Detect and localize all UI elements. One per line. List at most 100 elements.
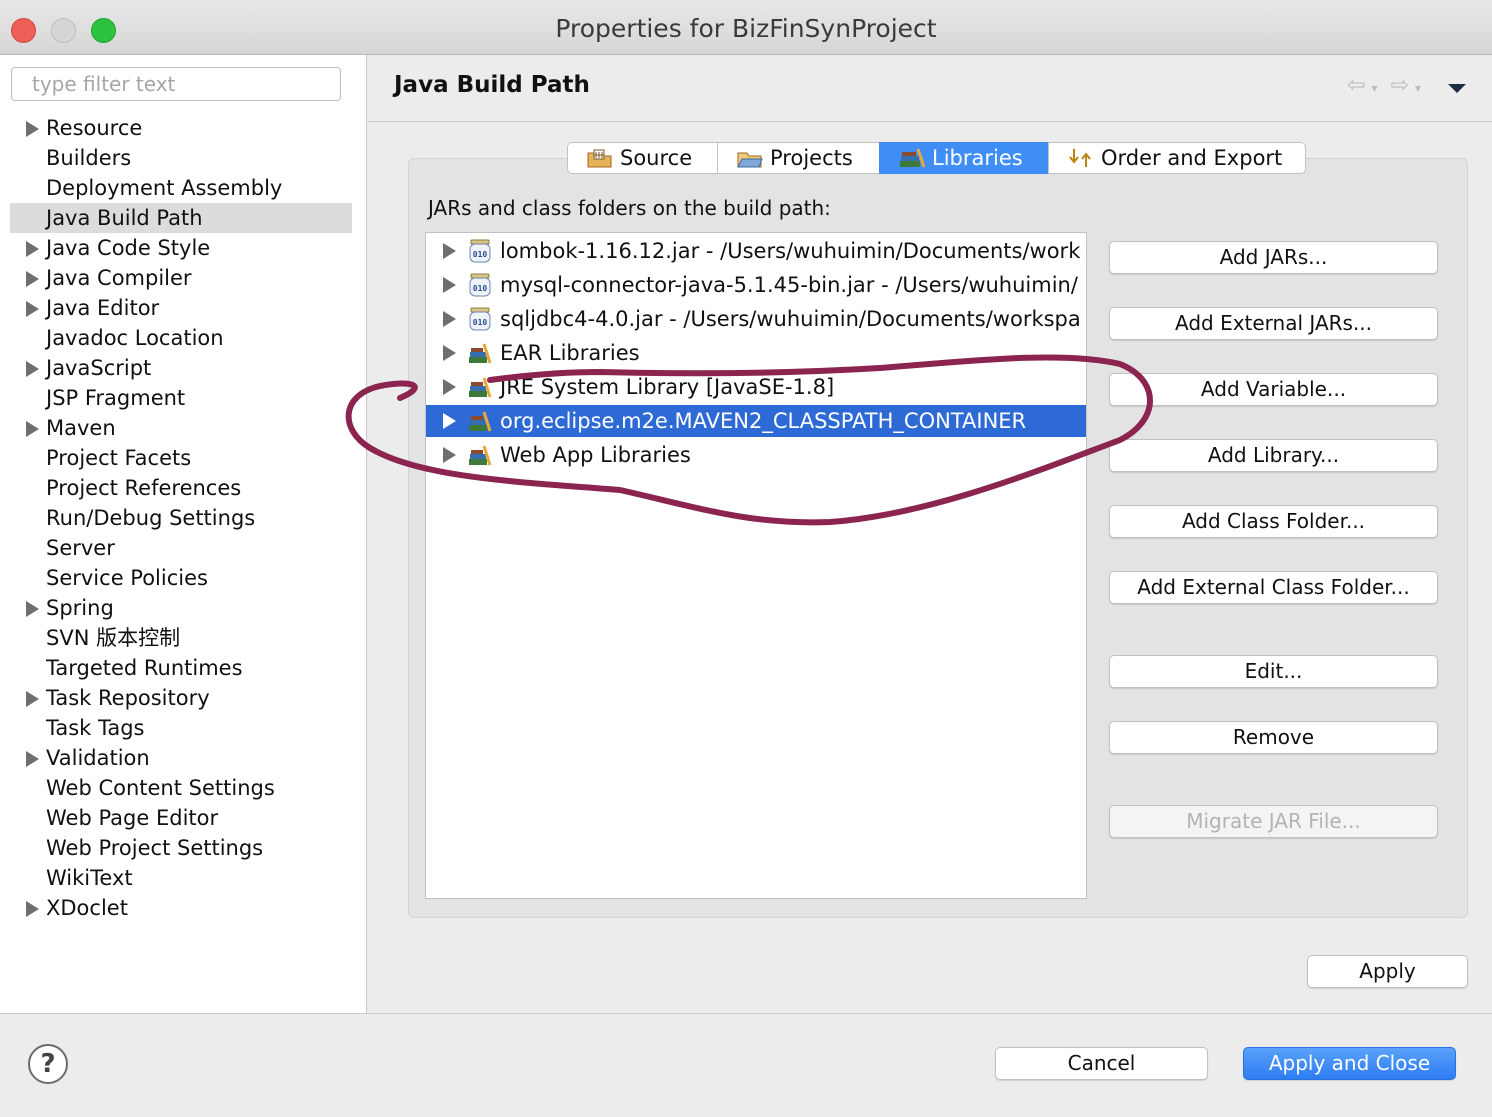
view-menu-icon[interactable] <box>1448 84 1466 93</box>
sidebar-item-javadoc-location[interactable]: Javadoc Location <box>0 323 366 353</box>
add-variable-button[interactable]: Add Variable... <box>1109 373 1438 406</box>
expand-arrow-icon[interactable] <box>443 277 456 293</box>
build-path-tabs: Source Projects Libraries Order and Expo… <box>567 142 1306 176</box>
sidebar-item-task-tags[interactable]: Task Tags <box>0 713 366 743</box>
list-item[interactable]: Web App Libraries <box>426 439 1086 471</box>
expand-arrow-icon[interactable] <box>443 379 456 395</box>
list-item[interactable]: 010 mysql-connector-java-5.1.45-bin.jar -… <box>426 269 1086 301</box>
list-item-label: Web App Libraries <box>500 443 691 467</box>
sidebar-item-label: Validation <box>46 746 150 770</box>
expand-arrow-icon[interactable] <box>26 901 39 917</box>
back-dropdown-icon[interactable]: ▾ <box>1372 81 1378 95</box>
svg-text:010: 010 <box>473 284 488 293</box>
expand-arrow-icon[interactable] <box>26 301 39 317</box>
sidebar-item-javascript[interactable]: JavaScript <box>0 353 366 383</box>
sidebar-item-server[interactable]: Server <box>0 533 366 563</box>
sidebar-item-svn[interactable]: SVN 版本控制 <box>0 623 366 653</box>
sidebar-item-targeted-runtimes[interactable]: Targeted Runtimes <box>0 653 366 683</box>
window-title: Properties for BizFinSynProject <box>555 14 937 43</box>
expand-arrow-icon[interactable] <box>26 121 39 137</box>
sidebar-item-spring[interactable]: Spring <box>0 593 366 623</box>
tab-projects[interactable]: Projects <box>717 142 880 174</box>
sidebar-item-maven[interactable]: Maven <box>0 413 366 443</box>
list-item-label: org.eclipse.m2e.MAVEN2_CLASSPATH_CONTAIN… <box>500 409 1027 433</box>
help-icon[interactable]: ? <box>28 1044 68 1084</box>
tab-projects-label: Projects <box>770 146 853 170</box>
expand-arrow-icon[interactable] <box>26 361 39 377</box>
list-item[interactable]: 010 lombok-1.16.12.jar - /Users/wuhuimin/… <box>426 235 1086 267</box>
add-class-folder-button[interactable]: Add Class Folder... <box>1109 505 1438 538</box>
list-item-label: lombok-1.16.12.jar - /Users/wuhuimin/Doc… <box>500 239 1081 263</box>
sidebar-item-web-project-settings[interactable]: Web Project Settings <box>0 833 366 863</box>
sidebar-item-label: Resource <box>46 116 143 140</box>
sidebar-item-task-repository[interactable]: Task Repository <box>0 683 366 713</box>
remove-button[interactable]: Remove <box>1109 721 1438 754</box>
filter-input[interactable] <box>11 67 341 101</box>
library-icon <box>468 409 492 433</box>
apply-button[interactable]: Apply <box>1307 955 1468 988</box>
expand-arrow-icon[interactable] <box>26 271 39 287</box>
list-item[interactable]: 010 sqljdbc4-4.0.jar - /Users/wuhuimin/Do… <box>426 303 1086 335</box>
sidebar-item-label: Task Repository <box>46 686 210 710</box>
sidebar-item-label: Javadoc Location <box>46 326 224 350</box>
expand-arrow-icon[interactable] <box>443 413 456 429</box>
sidebar-item-builders[interactable]: Builders <box>0 143 366 173</box>
sidebar-item-label: Project References <box>46 476 242 500</box>
apply-and-close-button[interactable]: Apply and Close <box>1243 1047 1456 1080</box>
cancel-button[interactable]: Cancel <box>995 1047 1208 1080</box>
expand-arrow-icon[interactable] <box>443 243 456 259</box>
sidebar-item-label: Deployment Assembly <box>46 176 283 200</box>
expand-arrow-icon[interactable] <box>443 447 456 463</box>
list-item[interactable]: org.eclipse.m2e.MAVEN2_CLASSPATH_CONTAIN… <box>426 405 1086 437</box>
sidebar-item-resource[interactable]: Resource <box>0 113 366 143</box>
expand-arrow-icon[interactable] <box>443 345 456 361</box>
expand-arrow-icon[interactable] <box>26 601 39 617</box>
library-icon <box>468 341 492 365</box>
build-path-entries-list[interactable]: 010 lombok-1.16.12.jar - /Users/wuhuimin/… <box>425 232 1087 899</box>
sidebar-item-java-build-path[interactable]: Java Build Path <box>10 203 352 233</box>
sidebar-item-java-compiler[interactable]: Java Compiler <box>0 263 366 293</box>
sidebar-item-deployment-assembly[interactable]: Deployment Assembly <box>0 173 366 203</box>
back-arrow-icon[interactable]: ⇦ <box>1347 73 1365 98</box>
sidebar-item-xdoclet[interactable]: XDoclet <box>0 893 366 923</box>
page-navigation: ⇦ ▾ ⇨ ▾ <box>1341 73 1462 98</box>
forward-dropdown-icon[interactable]: ▾ <box>1415 81 1421 95</box>
add-library-button[interactable]: Add Library... <box>1109 439 1438 472</box>
sidebar-item-wikitext[interactable]: WikiText <box>0 863 366 893</box>
sidebar-item-web-content-settings[interactable]: Web Content Settings <box>0 773 366 803</box>
list-item[interactable]: JRE System Library [JavaSE-1.8] <box>426 371 1086 403</box>
page-header: Java Build Path ⇦ ▾ ⇨ ▾ <box>368 55 1492 122</box>
tab-order-and-export[interactable]: Order and Export <box>1048 142 1306 174</box>
sidebar-item-label: Server <box>46 536 115 560</box>
add-jars-button[interactable]: Add JARs... <box>1109 241 1438 274</box>
forward-arrow-icon[interactable]: ⇨ <box>1391 73 1409 98</box>
svg-text:010: 010 <box>473 318 488 327</box>
tab-source[interactable]: Source <box>567 142 718 174</box>
tab-libraries[interactable]: Libraries <box>879 142 1049 174</box>
sidebar-item-project-references[interactable]: Project References <box>0 473 366 503</box>
sidebar-item-service-policies[interactable]: Service Policies <box>0 563 366 593</box>
expand-arrow-icon[interactable] <box>443 311 456 327</box>
add-external-class-folder-button[interactable]: Add External Class Folder... <box>1109 571 1438 604</box>
sidebar-item-java-editor[interactable]: Java Editor <box>0 293 366 323</box>
title-bar: Properties for BizFinSynProject <box>0 0 1492 55</box>
expand-arrow-icon[interactable] <box>26 241 39 257</box>
sidebar-item-validation[interactable]: Validation <box>0 743 366 773</box>
migrate-jar-file-button[interactable]: Migrate JAR File... <box>1109 805 1438 838</box>
sidebar-item-label: JavaScript <box>46 356 152 380</box>
sidebar-item-jsp-fragment[interactable]: JSP Fragment <box>0 383 366 413</box>
source-folder-icon <box>586 147 614 169</box>
sidebar-item-project-facets[interactable]: Project Facets <box>0 443 366 473</box>
expand-arrow-icon[interactable] <box>26 751 39 767</box>
sidebar-item-run-debug-settings[interactable]: Run/Debug Settings <box>0 503 366 533</box>
jar-icon: 010 <box>468 307 492 331</box>
list-item[interactable]: EAR Libraries <box>426 337 1086 369</box>
expand-arrow-icon[interactable] <box>26 421 39 437</box>
sidebar-item-java-code-style[interactable]: Java Code Style <box>0 233 366 263</box>
library-icon <box>468 443 492 467</box>
sidebar-item-web-page-editor[interactable]: Web Page Editor <box>0 803 366 833</box>
expand-arrow-icon[interactable] <box>26 691 39 707</box>
sidebar-item-label: Maven <box>46 416 116 440</box>
add-external-jars-button[interactable]: Add External JARs... <box>1109 307 1438 340</box>
edit-button[interactable]: Edit... <box>1109 655 1438 688</box>
